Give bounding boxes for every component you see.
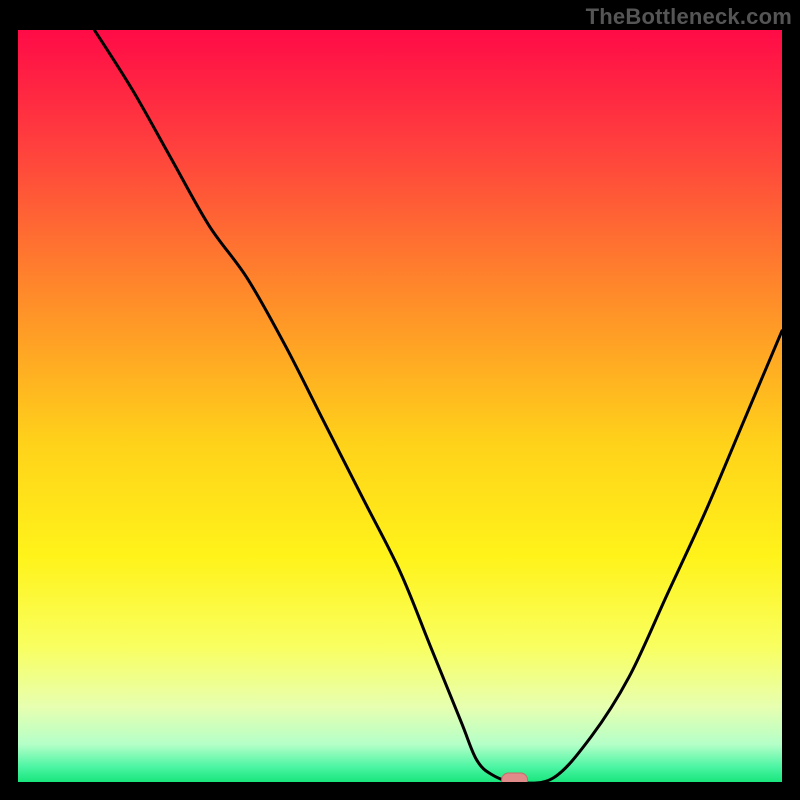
- optimal-marker: [502, 773, 528, 782]
- gradient-background: [18, 30, 782, 782]
- bottleneck-chart: [18, 30, 782, 782]
- plot-area: [18, 30, 782, 782]
- watermark-text: TheBottleneck.com: [586, 4, 792, 30]
- chart-stage: TheBottleneck.com: [0, 0, 800, 800]
